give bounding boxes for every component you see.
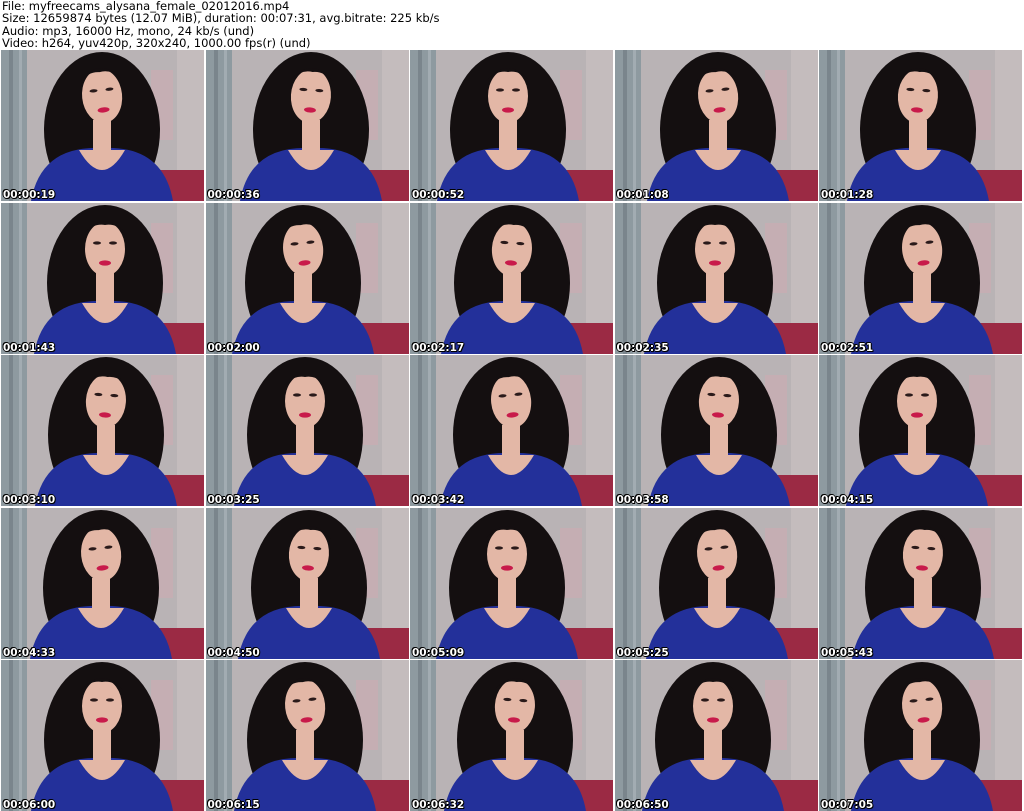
video-thumbnail: 00:00:52 (410, 50, 613, 201)
frame-image (410, 50, 613, 201)
video-thumbnail: 00:07:05 (819, 660, 1022, 811)
thumbnail-grid: 00:00:19 00:00:36 00:00:52 00:01:08 00:01:28… (1, 50, 1023, 811)
thumbnail-timestamp: 00:01:08 (616, 189, 669, 201)
video-thumbnail: 00:05:25 (614, 507, 818, 659)
video-info-line: Video: h264, yuv420p, 320x240, 1000.00 f… (2, 35, 311, 50)
thumbnail-timestamp: 00:04:33 (3, 646, 56, 659)
thumbnail-timestamp: 00:04:15 (821, 494, 874, 506)
frame-image (819, 355, 1022, 506)
thumbnail-timestamp: 00:02:00 (207, 341, 260, 354)
frame-image (614, 660, 818, 811)
thumbnail-timestamp: 00:03:58 (616, 494, 669, 506)
video-thumbnail: 00:03:10 (1, 355, 204, 506)
frame-image (819, 660, 1022, 811)
thumbnail-timestamp: 00:00:19 (3, 189, 56, 201)
video-thumbnail: 00:01:08 (614, 50, 818, 201)
thumbnail-timestamp: 00:06:32 (412, 799, 465, 811)
video-thumbnail: 00:06:00 (1, 660, 204, 811)
thumbnail-timestamp: 00:06:00 (3, 799, 56, 811)
thumbnail-timestamp: 00:03:25 (207, 494, 260, 506)
thumbnail-timestamp: 00:01:28 (821, 189, 874, 201)
video-thumbnail: 00:00:19 (1, 50, 204, 201)
thumbnail-timestamp: 00:05:43 (821, 646, 874, 659)
thumbnail-timestamp: 00:06:50 (616, 799, 669, 811)
video-thumbnail: 00:04:15 (819, 355, 1022, 506)
video-thumbnail: 00:04:33 (1, 507, 204, 659)
thumbnail-timestamp: 00:03:10 (3, 494, 56, 506)
frame-image (819, 507, 1022, 659)
thumbnail-timestamp: 00:02:35 (616, 341, 669, 354)
video-thumbnail: 00:03:58 (614, 355, 818, 506)
video-thumbnail: 00:06:15 (205, 660, 409, 811)
frame-image (614, 202, 818, 354)
thumbnail-timestamp: 00:00:52 (412, 189, 465, 201)
file-size-line: Size: 12659874 bytes (12.07 MiB), durati… (2, 11, 440, 26)
frame-image (1, 355, 204, 506)
thumbnail-timestamp: 00:06:15 (207, 799, 260, 811)
frame-image (1, 507, 204, 659)
thumbnail-timestamp: 00:02:17 (412, 341, 465, 354)
video-thumbnail: 00:04:50 (205, 507, 409, 659)
frame-image (614, 507, 818, 659)
video-thumbnail: 00:02:17 (410, 202, 613, 354)
frame-image (410, 660, 613, 811)
thumbnail-timestamp: 00:05:25 (616, 646, 669, 659)
frame-image (819, 202, 1022, 354)
thumbnail-timestamp: 00:02:51 (821, 341, 874, 354)
video-thumbnail: 00:02:35 (614, 202, 818, 354)
video-thumbnail: 00:03:25 (205, 355, 409, 506)
video-thumbnail: 00:05:43 (819, 507, 1022, 659)
frame-image (205, 202, 409, 354)
thumbnail-timestamp: 00:00:36 (207, 189, 260, 201)
frame-image (1, 50, 204, 201)
frame-image (1, 660, 204, 811)
video-thumbnail: 00:06:50 (614, 660, 818, 811)
frame-image (1, 202, 204, 354)
video-thumbnail: 00:02:51 (819, 202, 1022, 354)
frame-image (614, 50, 818, 201)
frame-image (205, 50, 409, 201)
frame-image (205, 355, 409, 506)
video-thumbnail: 00:00:36 (205, 50, 409, 201)
video-thumbnail: 00:01:28 (819, 50, 1022, 201)
video-thumbnail: 00:03:42 (410, 355, 613, 506)
frame-image (205, 507, 409, 659)
thumbnail-timestamp: 00:04:50 (207, 646, 260, 659)
video-thumbnail: 00:05:09 (410, 507, 613, 659)
frame-image (819, 50, 1022, 201)
frame-image (614, 355, 818, 506)
frame-image (410, 355, 613, 506)
file-info-header: File: myfreecams_alysana_female_02012016… (2, 0, 1020, 50)
video-thumbnail: 00:06:32 (410, 660, 613, 811)
frame-image (410, 202, 613, 354)
thumbnail-timestamp: 00:05:09 (412, 646, 465, 659)
video-thumbnail: 00:02:00 (205, 202, 409, 354)
thumbnail-timestamp: 00:01:43 (3, 341, 56, 354)
thumbnail-timestamp: 00:03:42 (412, 494, 465, 506)
frame-image (410, 507, 613, 659)
thumbnail-timestamp: 00:07:05 (821, 799, 874, 811)
video-thumbnail: 00:01:43 (1, 202, 204, 354)
frame-image (205, 660, 409, 811)
